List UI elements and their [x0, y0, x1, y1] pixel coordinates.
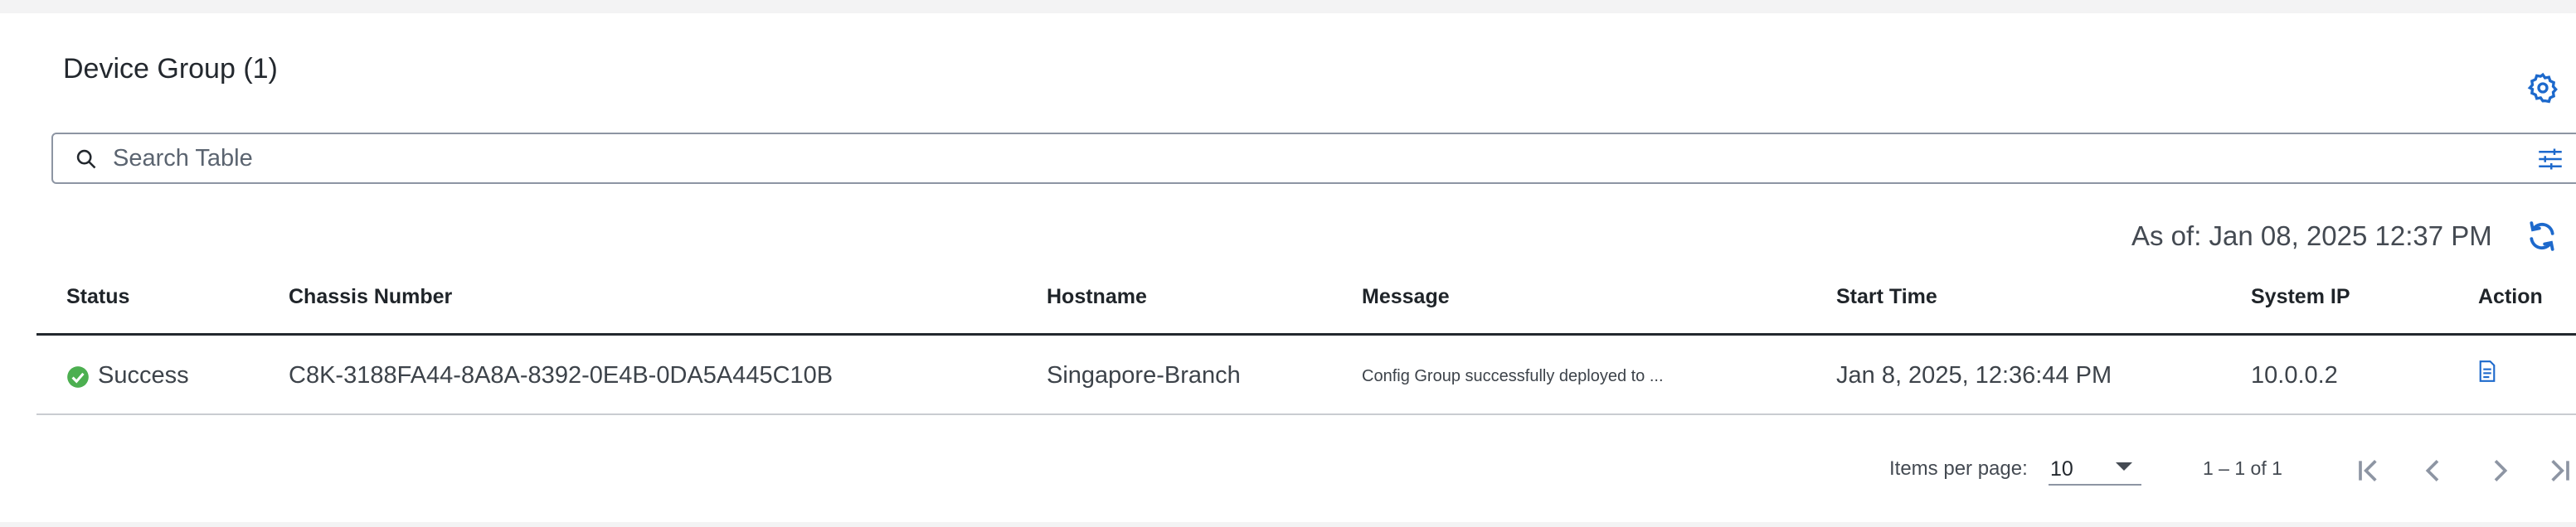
- column-header-message[interactable]: Message: [1362, 285, 1450, 309]
- next-page-icon[interactable]: [2483, 454, 2516, 487]
- column-header-start-time[interactable]: Start Time: [1836, 285, 1937, 309]
- hostname: Singapore-Branch: [1047, 362, 1241, 389]
- column-header-system-ip[interactable]: System IP: [2251, 285, 2350, 309]
- system-ip: 10.0.0.2: [2251, 362, 2338, 389]
- last-page-icon[interactable]: [2543, 454, 2576, 487]
- filter-sliders-icon[interactable]: [2538, 147, 2563, 171]
- page-size-select[interactable]: 10: [2049, 451, 2141, 486]
- column-header-action: Action: [2478, 285, 2543, 308]
- device-group-panel: Device Group (1): [0, 13, 2576, 522]
- chevron-down-icon: [2115, 461, 2133, 472]
- table-row[interactable]: Success C8K-3188FA44-8A8A-8392-0E4B-0DA5…: [36, 336, 2576, 415]
- search-icon: [75, 147, 98, 171]
- page-title: Device Group (1): [63, 53, 278, 85]
- gear-icon[interactable]: [2526, 71, 2559, 104]
- status-text: Success: [98, 362, 189, 389]
- chassis-number: C8K-3188FA44-8A8A-8392-0E4B-0DA5A445C10B: [289, 362, 834, 389]
- message: Config Group successfully deployed to ..…: [1362, 367, 1664, 385]
- search-box[interactable]: [51, 133, 2576, 184]
- document-icon[interactable]: [2478, 360, 2498, 382]
- page-size-value: 10: [2050, 457, 2073, 481]
- start-time: Jan 8, 2025, 12:36:44 PM: [1836, 362, 2112, 389]
- table-header: Status Chassis Number Hostname Message S…: [36, 275, 2576, 336]
- as-of-timestamp: As of: Jan 08, 2025 12:37 PM: [2131, 220, 2492, 251]
- page-range: 1 – 1 of 1: [2203, 457, 2282, 479]
- refresh-icon[interactable]: [2526, 220, 2558, 252]
- column-header-chassis-number[interactable]: Chassis Number: [289, 285, 452, 309]
- previous-page-icon[interactable]: [2417, 454, 2450, 487]
- search-input[interactable]: [113, 141, 2518, 176]
- success-check-icon: [66, 365, 90, 389]
- column-header-hostname[interactable]: Hostname: [1047, 285, 1147, 309]
- items-per-page-label: Items per page:: [1889, 457, 2028, 480]
- first-page-icon[interactable]: [2352, 454, 2385, 487]
- column-header-status[interactable]: Status: [66, 285, 129, 309]
